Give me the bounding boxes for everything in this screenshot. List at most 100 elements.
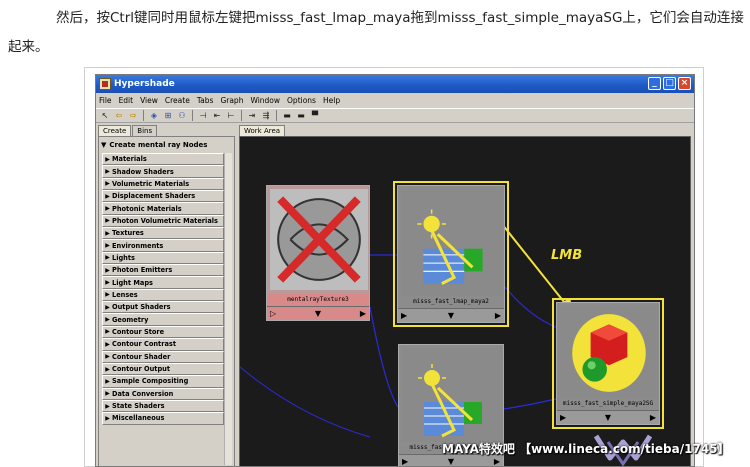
category-item[interactable]: ▶ Shadow Shaders [102, 165, 224, 178]
category-item[interactable]: ▶ Photon Volumetric Materials [102, 214, 224, 228]
expand-arrow-icon: ▶ [105, 229, 110, 237]
category-item[interactable]: ▶ Lights [102, 251, 224, 265]
expand-arrow-icon: ▶ [105, 155, 110, 163]
node-ports: ▶ ▼ ▶ [557, 410, 659, 424]
output-connections-icon[interactable]: ⊢ [225, 110, 237, 121]
node-label: mentalrayTexture3 [267, 294, 369, 306]
category-item[interactable]: ▶ Light Maps [102, 276, 224, 289]
menu-edit[interactable]: Edit [119, 96, 134, 105]
minimize-button[interactable]: _ [648, 77, 661, 90]
category-item[interactable]: ▶ Miscellaneous [102, 412, 224, 425]
input-port-icon[interactable]: ▶ [560, 413, 566, 422]
category-item[interactable]: ▶ Geometry [102, 313, 224, 326]
article-paragraph: 然后，按Ctrl键同时用鼠标左键把misss_fast_lmap_maya拖到m… [8, 10, 744, 55]
menu-graph[interactable]: Graph [220, 96, 243, 105]
work-area-canvas[interactable]: mentalrayTexture3 ▷ ▼ ▶ misss_fast_lmap_… [239, 136, 691, 466]
arrow-left-icon[interactable]: ⇦ [113, 110, 125, 121]
category-item[interactable]: ▶ Displacement Shaders [102, 190, 224, 203]
arrow-right-icon[interactable]: ⇨ [127, 110, 139, 121]
output-port-icon[interactable]: ▶ [494, 457, 500, 466]
category-label: Photonic Materials [112, 204, 182, 213]
expand-arrow-icon: ▶ [105, 365, 110, 373]
output-port-icon[interactable]: ▶ [360, 309, 366, 318]
category-item[interactable]: ▶ Volumetric Materials [102, 177, 224, 191]
rearrange-icon[interactable]: ⊞ [162, 110, 174, 121]
node-misss-fast-simple-sg[interactable]: misss_fast_simple_maya2SG ▶ ▼ ▶ [552, 298, 664, 429]
category-item[interactable]: ▶ Materials [102, 153, 224, 166]
tab-work-area[interactable]: Work Area [239, 125, 286, 136]
close-button[interactable]: × [678, 77, 691, 90]
toolbar-divider [143, 110, 144, 121]
menu-options[interactable]: Options [287, 96, 316, 105]
node-misss-fast-lmap[interactable]: misss_fast_lmap_maya2 ▶ ▼ ▶ [393, 181, 509, 327]
toolbar: ↖ ⇦ ⇨ ◈ ⊞ ⚇ ⊣ ⇤ ⊢ ⇥ ⇶ ▬ ▬ ▀ [96, 108, 694, 123]
tab-create[interactable]: Create [98, 125, 132, 136]
category-label: Sample Compositing [112, 377, 189, 386]
category-item[interactable]: ▶ Contour Shader [102, 350, 224, 363]
expand-icon[interactable]: ⇶ [260, 110, 272, 121]
category-item[interactable]: ▶ Output Shaders [102, 301, 224, 314]
menu-file[interactable]: File [99, 96, 112, 105]
category-item[interactable]: ▶ Contour Store [102, 325, 224, 339]
category-item[interactable]: ▶ Photon Emitters [102, 264, 224, 277]
output-port-icon[interactable]: ▶ [495, 311, 501, 320]
node-mentalray-texture[interactable]: mentalrayTexture3 ▷ ▼ ▶ [266, 185, 370, 321]
pointer-icon[interactable]: ↖ [99, 110, 111, 121]
expand-port-icon[interactable]: ▼ [448, 311, 454, 320]
section-header[interactable]: ▼ Create mental ray Nodes [101, 139, 232, 151]
node-ports: ▷ ▼ ▶ [267, 306, 369, 320]
menu-view[interactable]: View [140, 96, 158, 105]
expand-arrow-icon: ▶ [105, 291, 110, 299]
category-label: Miscellaneous [112, 414, 165, 423]
clear-graph-icon[interactable]: ◈ [148, 110, 160, 121]
input-port-icon[interactable]: ▷ [270, 309, 276, 318]
category-item[interactable]: ▶ Photonic Materials [102, 202, 224, 215]
menu-help[interactable]: Help [323, 96, 340, 105]
title-bar[interactable]: Hypershade _ □ × [96, 75, 694, 93]
category-item[interactable]: ▶ State Shaders [102, 399, 224, 413]
window-title: Hypershade [114, 79, 175, 89]
io-connections-icon[interactable]: ⇤ [211, 110, 223, 121]
menu-tabs[interactable]: Tabs [197, 96, 214, 105]
menu-create[interactable]: Create [165, 96, 190, 105]
shading-group-swatch [560, 306, 658, 398]
input-port-icon[interactable]: ▶ [401, 311, 407, 320]
expand-arrow-icon: ▶ [105, 279, 110, 287]
expand-port-icon[interactable]: ▼ [448, 457, 454, 466]
expand-arrow-icon: ▶ [105, 242, 110, 250]
output-port-icon[interactable]: ▶ [650, 413, 656, 422]
section-title: Create mental ray Nodes [109, 141, 208, 149]
category-item[interactable]: ▶ Sample Compositing [102, 375, 224, 388]
category-label: State Shaders [112, 402, 165, 411]
category-label: Textures [112, 229, 144, 238]
tab-bins[interactable]: Bins [132, 125, 158, 136]
category-item[interactable]: ▶ Environments [102, 239, 224, 252]
maya-app-icon [99, 78, 111, 90]
category-label: Environments [112, 241, 164, 250]
toolbar-divider [192, 110, 193, 121]
expand-arrow-icon: ▶ [105, 414, 110, 422]
single-pane-icon[interactable]: ▬ [295, 110, 307, 121]
expand-port-icon[interactable]: ▼ [605, 413, 611, 422]
vertical-scrollbar[interactable] [224, 153, 232, 465]
expand-port-icon[interactable]: ▼ [315, 309, 321, 318]
graph-materials-icon[interactable]: ⚇ [176, 110, 188, 121]
category-item[interactable]: ▶ Lenses [102, 288, 224, 302]
hypershade-window: Hypershade _ □ × File Edit View Create T… [95, 74, 695, 467]
category-item[interactable]: ▶ Data Conversion [102, 387, 224, 400]
category-item[interactable]: ▶ Textures [102, 227, 224, 240]
input-port-icon[interactable]: ▶ [402, 457, 408, 466]
category-label: Contour Output [112, 365, 171, 374]
expand-arrow-icon: ▶ [105, 217, 110, 225]
maximize-button[interactable]: □ [663, 77, 676, 90]
category-label: Contour Shader [112, 352, 171, 361]
category-item[interactable]: ▶ Contour Output [102, 362, 224, 376]
expand-arrow-icon: ▶ [105, 266, 110, 274]
expand-arrow-icon: ▶ [105, 180, 110, 188]
split-icon[interactable]: ▬ [281, 110, 293, 121]
collapse-icon[interactable]: ⇥ [246, 110, 258, 121]
input-connections-icon[interactable]: ⊣ [197, 110, 209, 121]
menu-window[interactable]: Window [250, 96, 280, 105]
dash-icon[interactable]: ▀ [309, 110, 321, 121]
category-item[interactable]: ▶ Contour Contrast [102, 338, 224, 351]
